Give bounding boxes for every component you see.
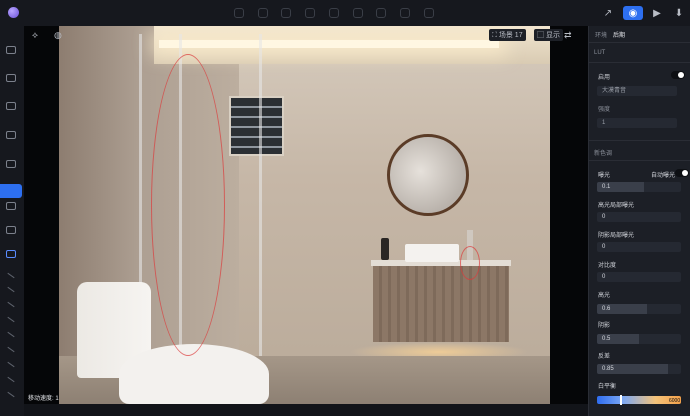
exposure-value: 0.1 — [602, 184, 611, 190]
layer-8-icon[interactable] — [6, 376, 16, 384]
reflection-slider[interactable]: 0.85 — [597, 364, 681, 374]
white-balance-value: 6000 — [669, 398, 681, 404]
app-logo — [8, 7, 19, 18]
highlight-slider[interactable]: 0.6 — [597, 304, 681, 314]
camera-icon[interactable]: ◉ — [623, 6, 643, 20]
lut-select-value: 大漠青音 — [602, 88, 627, 94]
tool-1-icon[interactable] — [6, 46, 16, 54]
highlight-value: 0.6 — [602, 306, 611, 312]
flag-icon[interactable] — [400, 8, 410, 18]
exposure-slider[interactable]: 0.1 — [597, 182, 681, 192]
highlight-label: 高光 — [598, 293, 611, 299]
lut-select[interactable]: 大漠青音 — [597, 86, 677, 96]
shadow-slider[interactable]: 0.5 — [597, 334, 681, 344]
white-balance-label: 白平衡 — [598, 384, 617, 390]
layer-5-icon[interactable] — [6, 331, 16, 339]
display-icon: ▢ — [537, 32, 544, 39]
tool-3-icon[interactable] — [6, 102, 16, 110]
pen-icon[interactable] — [258, 8, 268, 18]
share-icon[interactable]: ↗ — [601, 6, 615, 20]
render-viewport[interactable]: ⟡ ◍ ⛶ 场景 17 ▢ 显示 ⇄ 移动速度: 1 — [24, 26, 588, 404]
auto-exposure-toggle[interactable] — [675, 169, 689, 177]
shadow-detail-label: 阴影局部曝光 — [598, 233, 635, 239]
layer-3-icon[interactable] — [6, 301, 16, 309]
dimension-icon[interactable] — [376, 8, 386, 18]
contrast-label: 对比度 — [598, 263, 617, 269]
soap-bottle — [381, 238, 389, 260]
shadow-label: 阴影 — [598, 323, 611, 329]
grid-tool-icon[interactable] — [6, 250, 16, 258]
tool-2-icon[interactable] — [6, 74, 16, 82]
lut-enable-toggle[interactable] — [671, 71, 685, 79]
bathroom-render — [59, 26, 550, 404]
post-process-panel: 环境 后期 LUT 启用 大漠青音 强度 1 新色调 曝光 自动曝光 0.1 高… — [588, 26, 690, 416]
tool-5-icon[interactable] — [6, 160, 16, 168]
cut-icon[interactable] — [353, 8, 363, 18]
square-icon[interactable] — [329, 8, 339, 18]
lut-enable-label: 启用 — [598, 75, 611, 81]
glass-frame — [259, 34, 262, 404]
viewport-toolbar: ⟡ ◍ ⛶ 场景 17 ▢ 显示 ⇄ — [24, 26, 588, 44]
intensity-input[interactable]: 1 — [597, 118, 677, 128]
round-mirror — [387, 134, 469, 216]
scene-button[interactable]: ⛶ 场景 17 — [489, 29, 526, 41]
scene-icon: ⛶ — [492, 32, 497, 39]
highlight-detail-label: 高光局部曝光 — [598, 203, 635, 209]
top-toolbar: ↗ ◉ ▶ ⬇ — [0, 0, 690, 27]
highlight-detail-slider[interactable]: 0 — [597, 212, 681, 222]
auto-exposure-label: 自动曝光 — [651, 173, 676, 179]
layer-7-icon[interactable] — [6, 361, 16, 369]
intensity-value: 1 — [602, 120, 606, 126]
vanity-cabinet — [373, 264, 509, 342]
exposure-label: 曝光 — [598, 173, 611, 179]
download-icon[interactable]: ⬇ — [672, 6, 686, 20]
layer-1-icon[interactable] — [6, 272, 16, 280]
reflection-value: 0.85 — [602, 366, 614, 372]
move-speed: 移动速度: 1 — [28, 396, 59, 402]
tool-7-icon[interactable] — [6, 226, 16, 234]
intensity-label: 强度 — [598, 107, 611, 113]
axis-icon[interactable]: ⟡ — [32, 30, 38, 41]
tab-post[interactable]: 后期 — [613, 30, 625, 39]
tool-selected[interactable] — [0, 184, 22, 198]
tab-environment[interactable]: 环境 — [595, 30, 607, 39]
contrast-slider[interactable]: 0 — [597, 272, 681, 282]
globe-icon[interactable]: ◍ — [54, 30, 62, 41]
display-button[interactable]: ▢ 显示 — [534, 29, 563, 41]
tool-6-icon[interactable] — [6, 202, 16, 210]
status-bar — [24, 404, 588, 416]
camera-switch-icon[interactable]: ⇄ — [564, 30, 572, 41]
rotate-icon[interactable] — [305, 8, 315, 18]
left-toolbar — [0, 26, 25, 416]
layer-2-icon[interactable] — [6, 286, 16, 294]
layer-9-icon[interactable] — [6, 391, 16, 399]
tone-section-title: 新色调 — [594, 151, 613, 157]
scene-label: 场景 17 — [498, 32, 523, 39]
layer-4-icon[interactable] — [6, 316, 16, 324]
white-balance-handle[interactable] — [620, 395, 622, 405]
shadow-detail-value: 0 — [602, 244, 606, 250]
louver-window — [229, 96, 284, 156]
shadow-detail-slider[interactable]: 0 — [597, 242, 681, 252]
brush-icon[interactable] — [281, 8, 291, 18]
display-label: 显示 — [545, 32, 560, 39]
reflection-label: 反差 — [598, 354, 611, 360]
drop-icon[interactable] — [234, 8, 244, 18]
contrast-value: 0 — [602, 274, 606, 280]
layer-6-icon[interactable] — [6, 346, 16, 354]
video-icon[interactable]: ▶ — [650, 6, 664, 20]
highlight-detail-value: 0 — [602, 214, 606, 220]
panel-tabs: 环境 后期 — [589, 26, 690, 43]
grid-icon[interactable] — [424, 8, 434, 18]
lut-section-title: LUT — [594, 50, 606, 56]
shadow-value: 0.5 — [602, 336, 611, 342]
basin — [405, 244, 459, 262]
annotation-circle — [151, 54, 225, 356]
tool-4-icon[interactable] — [6, 131, 16, 139]
annotation-circle — [460, 246, 480, 280]
